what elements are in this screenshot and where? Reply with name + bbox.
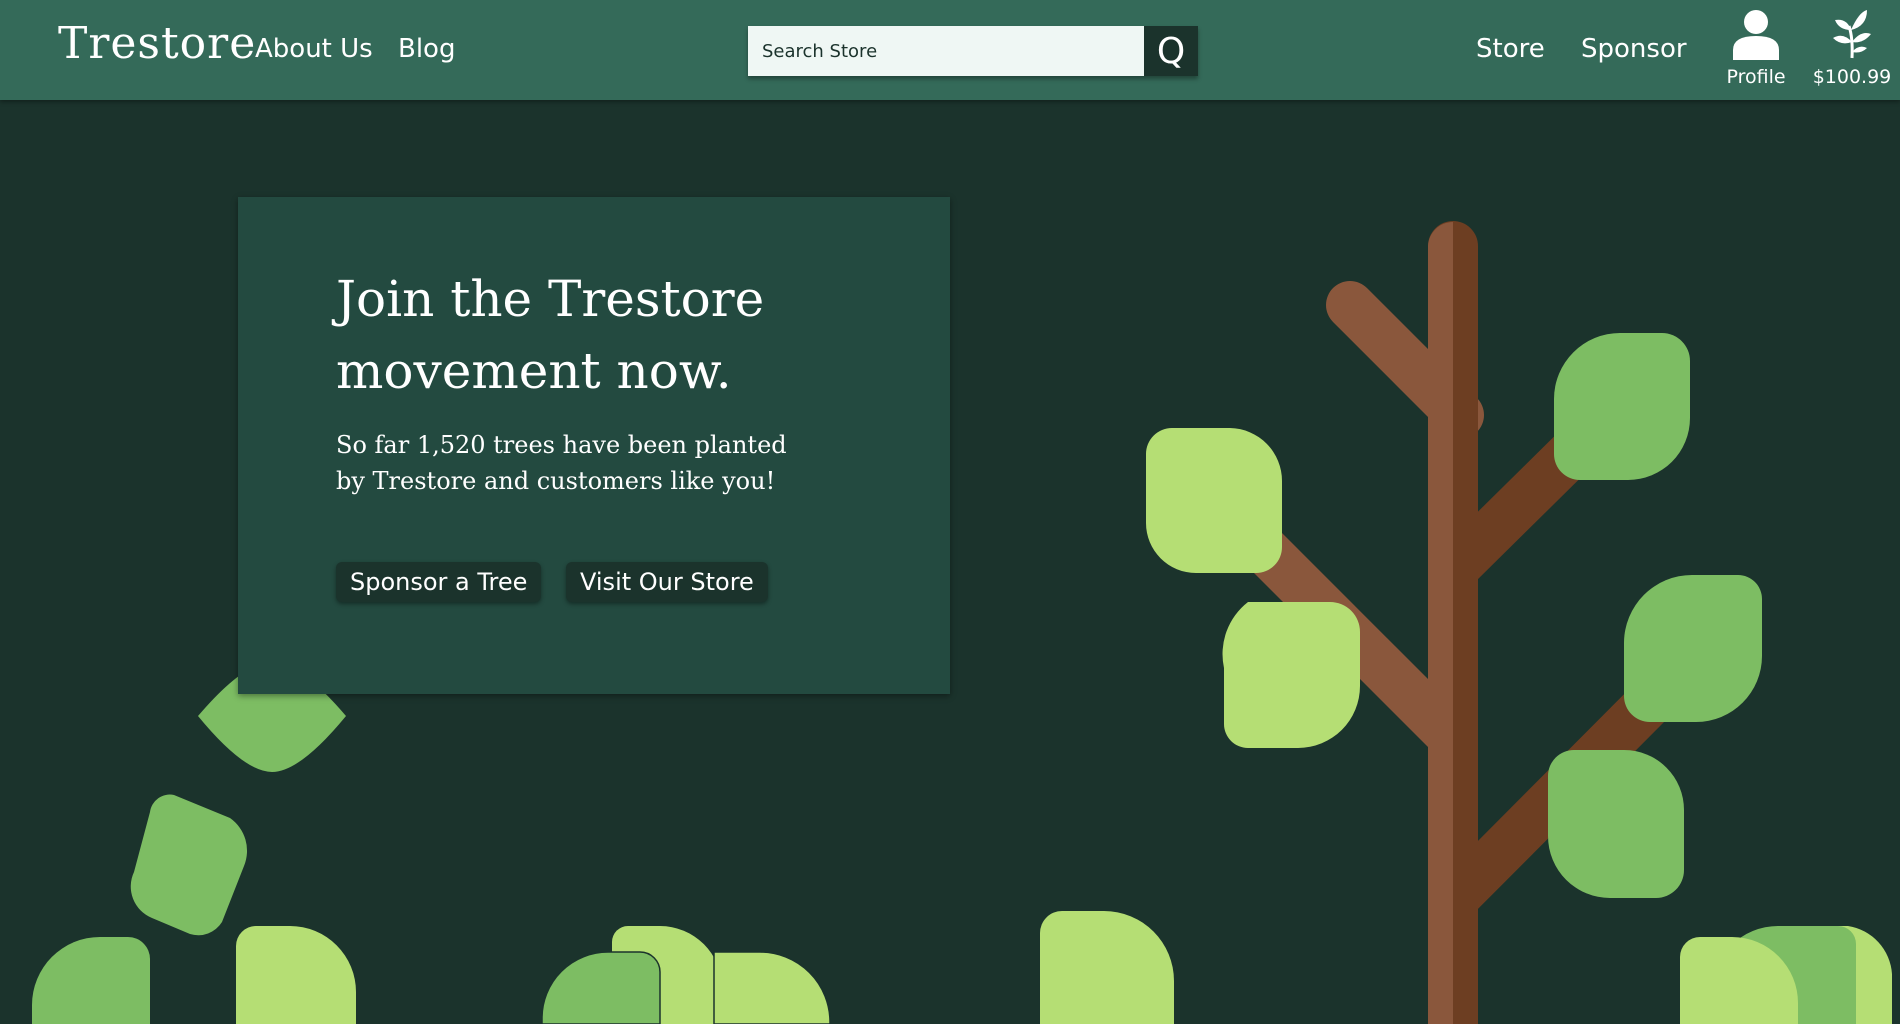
balance-link[interactable]: $100.99	[1810, 8, 1894, 88]
leaf	[130, 794, 248, 936]
leaf	[32, 937, 150, 1024]
user-icon	[1733, 10, 1779, 60]
nav-store[interactable]: Store	[1476, 34, 1545, 64]
hero-subtitle-line: by Trestore and customers like you!	[336, 467, 776, 495]
hero-card: Join the Trestore movement now. So far 1…	[238, 197, 950, 694]
nav-sponsor[interactable]: Sponsor	[1581, 34, 1687, 64]
leaf	[1146, 428, 1282, 573]
leaf	[1222, 602, 1360, 748]
search-button[interactable]: Q	[1144, 26, 1198, 76]
hero-title-line: Join the Trestore	[336, 270, 765, 328]
sprout-icon	[1833, 10, 1871, 59]
search-bar: Q	[748, 26, 1198, 76]
hero-title: Join the Trestore movement now.	[336, 263, 896, 407]
hero-title-line: movement now.	[336, 342, 732, 400]
profile-label: Profile	[1726, 66, 1786, 88]
balance-label: $100.99	[1812, 66, 1892, 88]
brand-logo[interactable]: Trestore	[58, 18, 256, 69]
nav-about-us[interactable]: About Us	[255, 34, 373, 64]
leaf	[1554, 333, 1690, 480]
leaf	[713, 951, 831, 1024]
nav-blog[interactable]: Blog	[398, 34, 455, 64]
visit-our-store-button[interactable]: Visit Our Store	[566, 562, 768, 602]
hero-subtitle: So far 1,520 trees have been planted by …	[336, 427, 896, 499]
search-input[interactable]	[748, 26, 1144, 76]
leaf	[1624, 575, 1762, 722]
profile-link[interactable]: Profile	[1718, 8, 1794, 88]
leaf	[236, 926, 356, 1024]
leaf	[1548, 750, 1684, 898]
tree-trunk-highlight	[1428, 222, 1453, 1024]
leaf	[541, 951, 661, 1024]
leaf	[1040, 911, 1174, 1024]
top-navbar: Trestore About Us Blog Q Store Sponsor P…	[0, 0, 1900, 100]
hero-subtitle-line: So far 1,520 trees have been planted	[336, 431, 787, 459]
sponsor-a-tree-button[interactable]: Sponsor a Tree	[336, 562, 542, 602]
